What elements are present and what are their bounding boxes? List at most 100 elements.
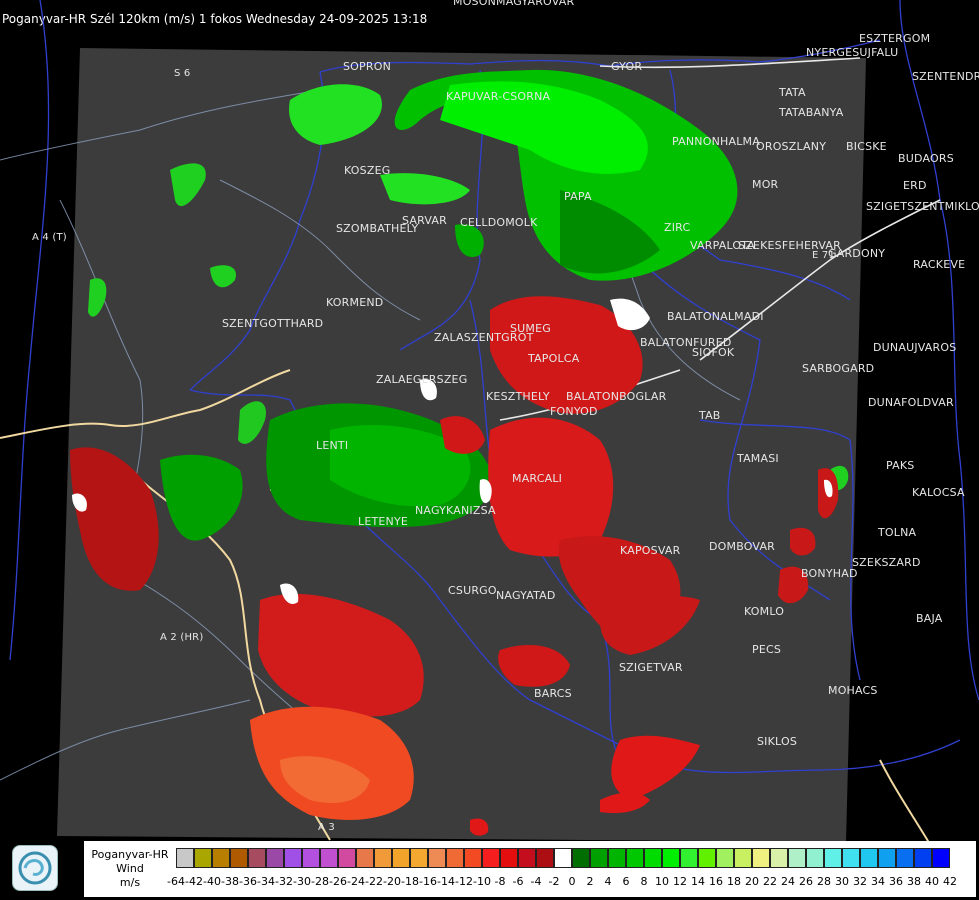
road-label: S 6 bbox=[174, 68, 191, 79]
legend-swatch bbox=[428, 848, 446, 868]
legend-tick-label: 22 bbox=[763, 875, 777, 888]
legend-swatch bbox=[320, 848, 338, 868]
legend-swatch bbox=[842, 848, 860, 868]
city-label: NAGYATAD bbox=[496, 589, 556, 602]
city-label: DUNAFOLDVAR bbox=[868, 396, 954, 409]
legend-swatch bbox=[716, 848, 734, 868]
city-label: ZIRC bbox=[664, 221, 691, 234]
legend-tick-label: -4 bbox=[530, 875, 542, 888]
legend-tick-label: -16 bbox=[419, 875, 437, 888]
city-label: MOSONMAGYAROVAR bbox=[453, 0, 575, 8]
legend-tick-label: -10 bbox=[473, 875, 491, 888]
city-label: SZIGETVAR bbox=[619, 661, 683, 674]
city-label: KAPUVAR-CSORNA bbox=[446, 90, 551, 103]
legend-swatch bbox=[212, 848, 230, 868]
city-label: SIOFOK bbox=[692, 346, 735, 359]
city-label: ESZTERGOM bbox=[859, 32, 931, 45]
city-label: SIKLOS bbox=[757, 735, 798, 748]
radar-map[interactable] bbox=[0, 0, 979, 900]
legend-tick-label: -20 bbox=[383, 875, 401, 888]
legend-tick-label: 34 bbox=[871, 875, 885, 888]
legend-swatch bbox=[176, 848, 194, 868]
legend-tick-label: -26 bbox=[329, 875, 347, 888]
city-label: BICSKE bbox=[846, 140, 887, 153]
legend-swatch bbox=[734, 848, 752, 868]
legend-swatch bbox=[392, 848, 410, 868]
legend-swatch bbox=[374, 848, 392, 868]
legend-tick-label: -22 bbox=[365, 875, 383, 888]
legend-tick-label: -38 bbox=[221, 875, 239, 888]
legend-swatch bbox=[338, 848, 356, 868]
city-label: SZENTGOTTHARD bbox=[222, 317, 324, 330]
legend-tick-label: 24 bbox=[781, 875, 795, 888]
legend-tick-label: -42 bbox=[185, 875, 203, 888]
city-label: LENTI bbox=[316, 439, 349, 452]
city-label: KAPOSVAR bbox=[620, 544, 681, 557]
legend-swatch bbox=[410, 848, 428, 868]
legend-swatch bbox=[698, 848, 716, 868]
legend-swatch bbox=[230, 848, 248, 868]
legend-tick-label: 4 bbox=[604, 875, 612, 888]
city-label: BALATONBOGLAR bbox=[566, 390, 667, 403]
legend-swatch bbox=[896, 848, 914, 868]
legend-tick-label: -18 bbox=[401, 875, 419, 888]
legend-tick-label: -34 bbox=[257, 875, 275, 888]
legend-swatches bbox=[176, 848, 950, 870]
road-label: A 4 (T) bbox=[32, 232, 67, 243]
legend-tick-label: 32 bbox=[853, 875, 867, 888]
city-label: KORMEND bbox=[326, 296, 384, 309]
legend-swatch bbox=[572, 848, 590, 868]
city-label: KOSZEG bbox=[344, 164, 391, 177]
legend-tick-label: 42 bbox=[943, 875, 957, 888]
city-label: TAMASI bbox=[737, 452, 779, 465]
city-label: GYOR bbox=[611, 60, 643, 73]
legend-swatch bbox=[554, 848, 572, 868]
city-label: PAKS bbox=[886, 459, 915, 472]
city-label: PAPA bbox=[564, 190, 592, 203]
legend-tick-label: 26 bbox=[799, 875, 813, 888]
city-label: CELLDOMOLK bbox=[460, 216, 538, 229]
legend-tick-label: 40 bbox=[925, 875, 939, 888]
legend-tick-label: 12 bbox=[673, 875, 687, 888]
legend-tick-label: 14 bbox=[691, 875, 705, 888]
city-label: OROSZLANY bbox=[756, 140, 827, 153]
city-label: BONYHAD bbox=[801, 567, 858, 580]
legend-tick-label: 30 bbox=[835, 875, 849, 888]
legend-swatch bbox=[302, 848, 320, 868]
city-label: TAB bbox=[699, 409, 721, 422]
city-label: MOR bbox=[752, 178, 779, 191]
city-label: GARDONY bbox=[828, 247, 886, 260]
city-label: NAGYKANIZSA bbox=[415, 504, 496, 517]
legend-swatch bbox=[356, 848, 374, 868]
road-label: A 3 bbox=[318, 822, 335, 833]
radar-logo-icon bbox=[12, 845, 58, 891]
legend-swatch bbox=[788, 848, 806, 868]
legend-swatch bbox=[914, 848, 932, 868]
legend-swatch bbox=[248, 848, 266, 868]
city-label: NYERGESUJFALU bbox=[806, 46, 899, 59]
legend-swatch bbox=[824, 848, 842, 868]
legend-tick-label: -28 bbox=[311, 875, 329, 888]
legend-tick-label: -2 bbox=[548, 875, 560, 888]
legend-tick-label: 16 bbox=[709, 875, 723, 888]
legend-swatch bbox=[518, 848, 536, 868]
city-label: SZOMBATHELY bbox=[336, 222, 419, 235]
legend-swatch bbox=[806, 848, 824, 868]
city-label: MARCALI bbox=[512, 472, 563, 485]
legend-source: Poganyvar-HR bbox=[91, 848, 169, 861]
city-label: SZEKSZARD bbox=[852, 556, 921, 569]
city-label: TATA bbox=[779, 86, 806, 99]
legend-swatch bbox=[860, 848, 878, 868]
legend-swatch bbox=[464, 848, 482, 868]
city-label: SOPRON bbox=[343, 60, 392, 73]
city-label: ZALASZENTGROT bbox=[434, 331, 534, 344]
city-label: ZALAEGERSZEG bbox=[376, 373, 468, 386]
city-label: MOHACS bbox=[828, 684, 878, 697]
city-label: KOMLO bbox=[744, 605, 785, 618]
legend-tick-label: 2 bbox=[586, 875, 594, 888]
city-label: BARCS bbox=[534, 687, 572, 700]
legend-ticks: -64 -42 -40 -38 -36 -34 -32 -30 -28 -26 -24 -22 -20-… bbox=[167, 875, 959, 889]
legend-title: Poganyvar-HR Wind m/s bbox=[88, 848, 172, 890]
legend-tick-label: -14 bbox=[437, 875, 455, 888]
legend-tick-label: 36 bbox=[889, 875, 903, 888]
